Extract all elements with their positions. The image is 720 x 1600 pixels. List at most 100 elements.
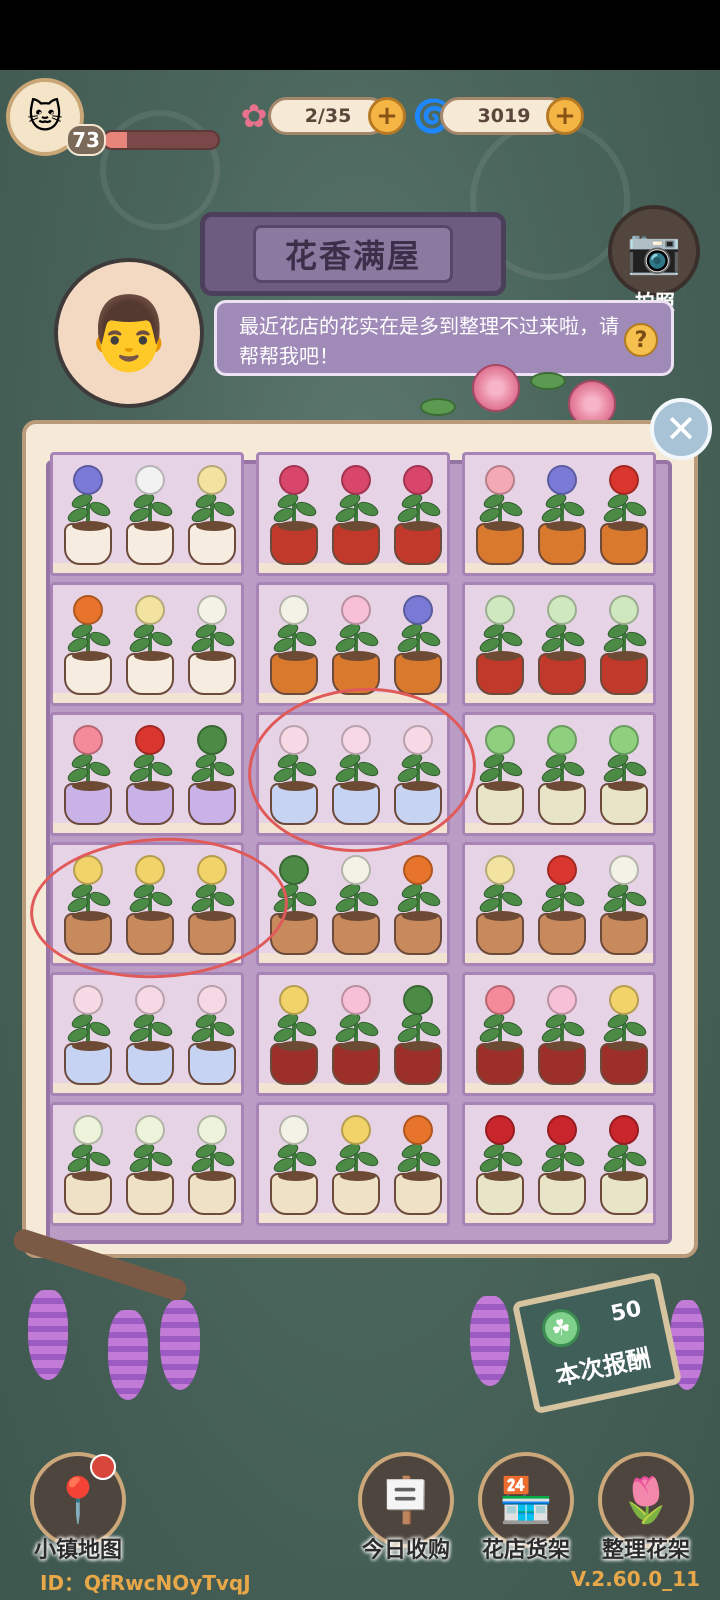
potted-plant[interactable] bbox=[61, 719, 115, 831]
plant-leaf bbox=[149, 1018, 175, 1040]
pot-soil bbox=[608, 781, 644, 791]
potted-plant[interactable] bbox=[473, 589, 527, 701]
shelf-slot[interactable] bbox=[256, 842, 450, 966]
shelf-slot[interactable] bbox=[462, 712, 656, 836]
potted-plant[interactable] bbox=[597, 1109, 651, 1221]
flower-bloom bbox=[341, 595, 371, 625]
potted-plant[interactable] bbox=[185, 849, 239, 961]
potted-plant[interactable] bbox=[185, 459, 239, 571]
potted-plant[interactable] bbox=[123, 1109, 177, 1221]
pot-soil bbox=[196, 1171, 232, 1181]
close-button[interactable]: ✕ bbox=[650, 398, 712, 460]
potted-plant[interactable] bbox=[391, 459, 445, 571]
potted-plant[interactable] bbox=[597, 589, 651, 701]
shelf-slot[interactable] bbox=[462, 582, 656, 706]
flower-pot bbox=[476, 521, 524, 565]
potted-plant[interactable] bbox=[123, 979, 177, 1091]
add-flowers-button[interactable]: + bbox=[368, 97, 406, 135]
potted-plant[interactable] bbox=[391, 589, 445, 701]
plant-leaf bbox=[417, 498, 443, 520]
potted-plant[interactable] bbox=[267, 979, 321, 1091]
potted-plant[interactable] bbox=[267, 1109, 321, 1221]
potted-plant[interactable] bbox=[329, 849, 383, 961]
potted-plant[interactable] bbox=[61, 979, 115, 1091]
camera-button[interactable]: 📷 bbox=[608, 205, 700, 297]
potted-plant[interactable] bbox=[391, 849, 445, 961]
shelf-slot[interactable] bbox=[256, 712, 450, 836]
shelf-slot[interactable] bbox=[50, 712, 244, 836]
character-face-icon: 👨 bbox=[84, 290, 174, 375]
potted-plant[interactable] bbox=[535, 589, 589, 701]
shelf-slot[interactable] bbox=[50, 972, 244, 1096]
flower-bloom bbox=[135, 725, 165, 755]
potted-plant[interactable] bbox=[61, 459, 115, 571]
potted-plant[interactable] bbox=[267, 849, 321, 961]
shelf-slot[interactable] bbox=[50, 842, 244, 966]
flower-pot bbox=[538, 651, 586, 695]
potted-plant[interactable] bbox=[535, 979, 589, 1091]
shelf-slot[interactable] bbox=[50, 1102, 244, 1226]
potted-plant[interactable] bbox=[267, 589, 321, 701]
potted-plant[interactable] bbox=[597, 459, 651, 571]
potted-plant[interactable] bbox=[267, 459, 321, 571]
potted-plant[interactable] bbox=[473, 459, 527, 571]
plant-leaf bbox=[623, 1148, 649, 1170]
potted-plant[interactable] bbox=[535, 1109, 589, 1221]
potted-plant[interactable] bbox=[597, 719, 651, 831]
potted-plant[interactable] bbox=[267, 719, 321, 831]
potted-plant[interactable] bbox=[391, 979, 445, 1091]
potted-plant[interactable] bbox=[61, 849, 115, 961]
organize-shelf-label: 整理花架 bbox=[601, 1538, 690, 1563]
plant-leaf bbox=[561, 1148, 587, 1170]
potted-plant[interactable] bbox=[535, 719, 589, 831]
shelf-slot[interactable] bbox=[462, 972, 656, 1096]
shelf-slot[interactable] bbox=[462, 452, 656, 576]
potted-plant[interactable] bbox=[473, 719, 527, 831]
shelf-slot[interactable] bbox=[256, 1102, 450, 1226]
shelf-slot[interactable] bbox=[462, 842, 656, 966]
shelf-slot[interactable] bbox=[256, 582, 450, 706]
shelf-slot[interactable] bbox=[50, 452, 244, 576]
plant-leaf bbox=[623, 758, 649, 780]
potted-plant[interactable] bbox=[535, 459, 589, 571]
plant-leaf bbox=[499, 888, 525, 910]
shelf-slot[interactable] bbox=[50, 582, 244, 706]
add-currency-button[interactable]: + bbox=[546, 97, 584, 135]
shelf-slot[interactable] bbox=[462, 1102, 656, 1226]
potted-plant[interactable] bbox=[185, 1109, 239, 1221]
market-stall-icon: 🏪 bbox=[498, 1475, 554, 1526]
potted-plant[interactable] bbox=[185, 719, 239, 831]
potted-plant[interactable] bbox=[61, 589, 115, 701]
help-button[interactable]: ? bbox=[624, 323, 658, 357]
potted-plant[interactable] bbox=[473, 1109, 527, 1221]
reward-value: 50 bbox=[608, 1296, 644, 1328]
potted-plant[interactable] bbox=[61, 1109, 115, 1221]
potted-plant[interactable] bbox=[123, 719, 177, 831]
plant-leaf bbox=[293, 1148, 319, 1170]
flower-bloom bbox=[609, 465, 639, 495]
potted-plant[interactable] bbox=[473, 979, 527, 1091]
pot-soil bbox=[608, 1041, 644, 1051]
npc-dialog: 最近花店的花实在是多到整理不过来啦，请帮帮我吧！ bbox=[214, 300, 674, 376]
potted-plant[interactable] bbox=[329, 459, 383, 571]
pot-soil bbox=[546, 651, 582, 661]
potted-plant[interactable] bbox=[329, 979, 383, 1091]
shelf-slot[interactable] bbox=[256, 452, 450, 576]
potted-plant[interactable] bbox=[123, 459, 177, 571]
potted-plant[interactable] bbox=[329, 589, 383, 701]
potted-plant[interactable] bbox=[391, 719, 445, 831]
potted-plant[interactable] bbox=[473, 849, 527, 961]
potted-plant[interactable] bbox=[535, 849, 589, 961]
potted-plant[interactable] bbox=[329, 719, 383, 831]
potted-plant[interactable] bbox=[329, 1109, 383, 1221]
potted-plant[interactable] bbox=[185, 589, 239, 701]
flower-pot bbox=[394, 521, 442, 565]
pot-soil bbox=[402, 521, 438, 531]
potted-plant[interactable] bbox=[391, 1109, 445, 1221]
potted-plant[interactable] bbox=[123, 589, 177, 701]
potted-plant[interactable] bbox=[185, 979, 239, 1091]
potted-plant[interactable] bbox=[597, 979, 651, 1091]
potted-plant[interactable] bbox=[597, 849, 651, 961]
potted-plant[interactable] bbox=[123, 849, 177, 961]
shelf-slot[interactable] bbox=[256, 972, 450, 1096]
